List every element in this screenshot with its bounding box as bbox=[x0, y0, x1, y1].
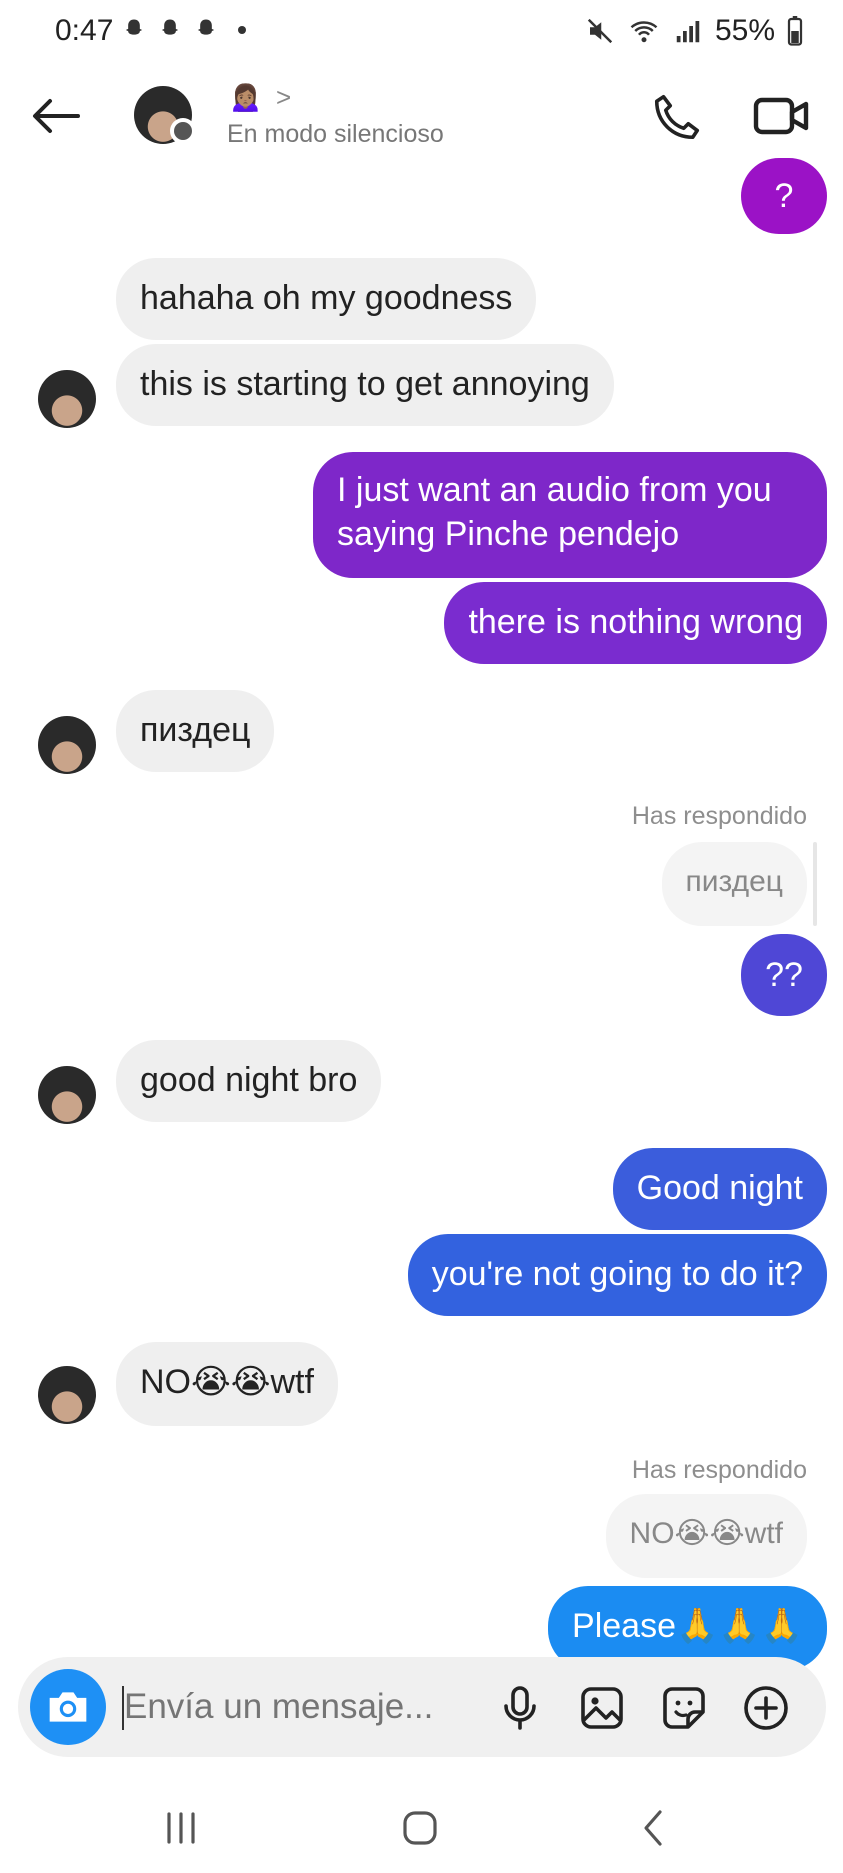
message-input[interactable] bbox=[124, 1687, 454, 1727]
battery-icon bbox=[787, 16, 803, 46]
camera-button[interactable] bbox=[30, 1669, 106, 1745]
sender-avatar[interactable] bbox=[38, 1366, 96, 1424]
quoted-message[interactable]: NO😭😭wtf bbox=[605, 1494, 807, 1578]
signal-icon bbox=[676, 21, 700, 43]
message-bubble-outgoing[interactable]: ?? bbox=[741, 934, 827, 1016]
message-bubble-incoming[interactable]: this is starting to get annoying bbox=[116, 344, 614, 426]
chevron-right-icon[interactable]: > bbox=[276, 82, 291, 113]
quote-divider bbox=[813, 842, 817, 926]
home-icon[interactable] bbox=[400, 1808, 440, 1848]
phone-call-icon[interactable] bbox=[650, 90, 704, 144]
message-line: I just want an audio from you bbox=[337, 471, 772, 509]
gallery-icon[interactable] bbox=[578, 1684, 626, 1732]
message-bubble-outgoing[interactable]: you're not going to do it? bbox=[407, 1234, 827, 1316]
battery-percent: 55% bbox=[714, 14, 775, 47]
quiet-mode-status: En modo silencioso bbox=[227, 120, 444, 148]
wifi-icon bbox=[630, 21, 658, 43]
message-bubble-outgoing[interactable]: there is nothing wrong bbox=[444, 582, 827, 664]
contact-name-emoji[interactable]: 🙍🏽‍♀️ bbox=[228, 80, 263, 113]
snapchat-icon bbox=[125, 19, 143, 35]
message-bubble-incoming[interactable]: пиздец bbox=[116, 690, 275, 772]
system-status: 55% bbox=[585, 14, 803, 48]
back-nav-icon[interactable] bbox=[640, 1808, 666, 1848]
message-line: saying Pinche pendejo bbox=[337, 515, 680, 553]
message-bubble-incoming[interactable]: hahaha oh my goodness bbox=[116, 258, 537, 340]
more-notifications-dot bbox=[238, 26, 246, 34]
status-time: 0:47 bbox=[55, 14, 114, 47]
video-call-icon[interactable] bbox=[752, 92, 812, 140]
sender-avatar[interactable] bbox=[38, 370, 96, 428]
reply-label: Has respondido bbox=[631, 1456, 807, 1484]
recent-apps-icon[interactable] bbox=[164, 1810, 198, 1846]
message-bubble-outgoing[interactable]: Good night bbox=[612, 1148, 827, 1230]
message-bubble-outgoing[interactable]: ? bbox=[741, 158, 827, 234]
message-bubble-outgoing[interactable]: I just want an audio from you saying Pin… bbox=[313, 452, 827, 578]
add-circle-icon[interactable] bbox=[742, 1684, 790, 1732]
quoted-message[interactable]: пиздец bbox=[661, 842, 807, 926]
message-bubble-incoming[interactable]: NO😭😭wtf bbox=[116, 1342, 338, 1426]
sender-avatar[interactable] bbox=[38, 1066, 96, 1124]
sticker-icon[interactable] bbox=[660, 1684, 708, 1732]
moon-status-icon bbox=[170, 118, 196, 144]
camera-icon bbox=[49, 1692, 87, 1722]
back-arrow-icon[interactable] bbox=[30, 96, 82, 136]
microphone-icon[interactable] bbox=[496, 1684, 544, 1732]
mute-icon bbox=[587, 18, 613, 44]
snapchat-icon bbox=[197, 19, 215, 35]
snapchat-icon bbox=[161, 19, 179, 35]
reply-label: Has respondido bbox=[631, 802, 807, 830]
notification-icons bbox=[120, 16, 246, 44]
message-bubble-incoming[interactable]: good night bro bbox=[116, 1040, 382, 1122]
sender-avatar[interactable] bbox=[38, 716, 96, 774]
